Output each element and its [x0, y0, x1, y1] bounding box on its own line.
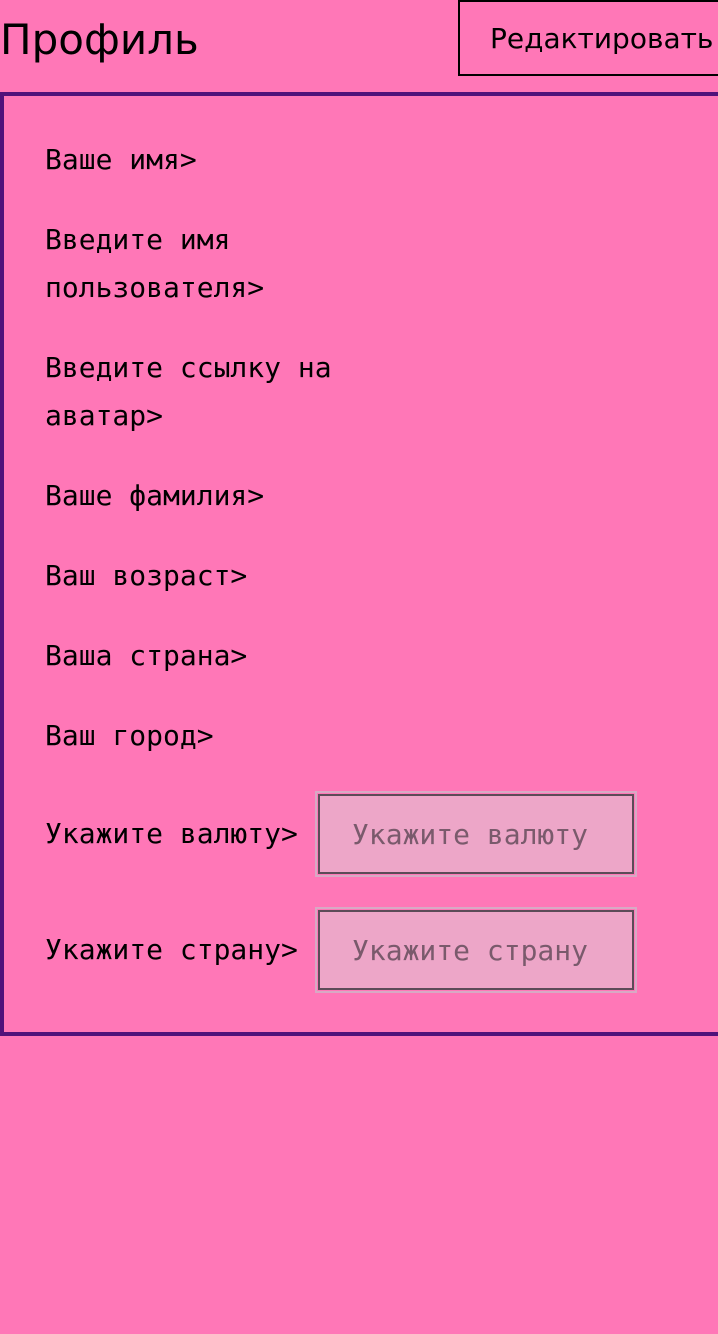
- last-name-label: Ваше фамилия>: [45, 479, 265, 512]
- page-title: Профиль: [0, 15, 199, 64]
- profile-form-panel: Ваше имя> Введите имя пользователя> Введ…: [0, 92, 718, 1036]
- city-label: Ваш город>: [45, 719, 214, 752]
- age-label: Ваш возраст>: [45, 559, 248, 592]
- first-name-label: Ваше имя>: [45, 143, 197, 176]
- currency-input[interactable]: [315, 791, 637, 877]
- edit-button[interactable]: Редактировать: [458, 0, 718, 76]
- country-select-label: Укажите страну>: [45, 933, 298, 966]
- country-input[interactable]: [315, 907, 637, 993]
- currency-label: Укажите валюту>: [45, 817, 298, 850]
- country-label: Ваша страна>: [45, 639, 248, 672]
- username-label: Введите имя пользователя>: [45, 223, 265, 304]
- avatar-link-label: Введите ссылку на аватар>: [45, 351, 332, 432]
